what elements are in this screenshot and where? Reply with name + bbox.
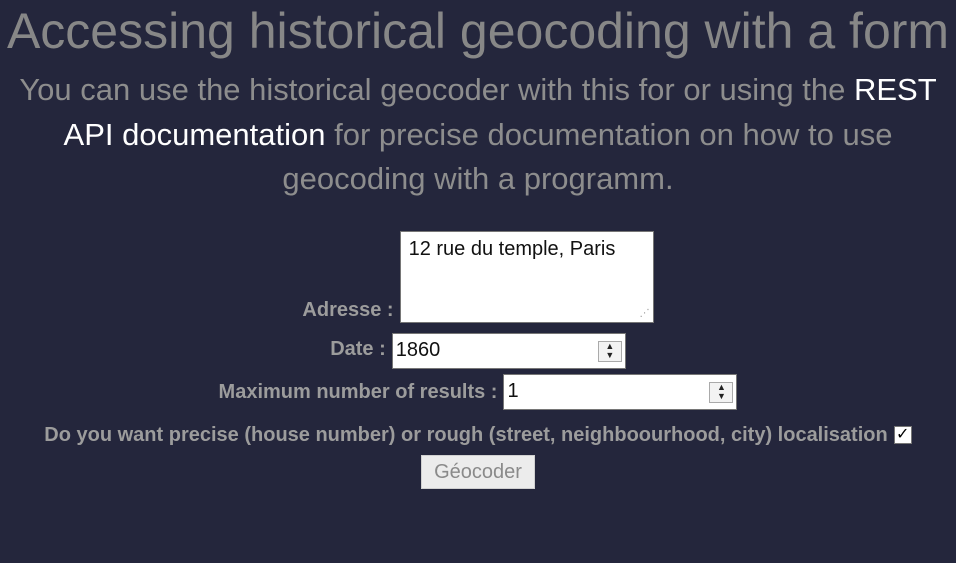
page: Accessing historical geocoding with a fo… (0, 0, 956, 563)
max-results-label: Maximum number of results : (218, 380, 498, 403)
address-textarea[interactable]: 12 rue du temple, Paris ⋰ (399, 230, 654, 323)
date-label: Date : (330, 337, 386, 360)
date-row: Date : 1860 ▲ ▼ (0, 332, 956, 369)
intro-paragraph: You can use the historical geocoder with… (0, 68, 956, 202)
intro-text-after: for precise documentation on how to use … (282, 116, 893, 197)
precise-row: Do you want precise (house number) or ro… (0, 424, 956, 447)
geocoder-submit-button[interactable]: Géocoder (421, 454, 535, 489)
geocoding-form: Adresse : 12 rue du temple, Paris ⋰ Date… (0, 230, 956, 489)
intro-text-before: You can use the historical geocoder with… (19, 72, 854, 107)
page-title: Accessing historical geocoding with a fo… (6, 3, 950, 59)
max-results-value: 1 (507, 379, 519, 402)
max-results-row: Maximum number of results : 1 ▲ ▼ (0, 373, 956, 410)
precise-label: Do you want precise (house number) or ro… (44, 423, 888, 446)
address-row: Adresse : 12 rue du temple, Paris ⋰ (0, 230, 956, 323)
precise-checkbox[interactable]: ✓ (893, 426, 912, 444)
address-value: 12 rue du temple, Paris (408, 237, 616, 260)
date-input[interactable]: 1860 ▲ ▼ (391, 332, 626, 369)
address-label: Adresse : (302, 298, 394, 321)
check-icon: ✓ (896, 426, 910, 443)
date-spinner-arrows-icon[interactable]: ▲ ▼ (597, 340, 622, 362)
submit-row: Géocoder (0, 454, 956, 489)
date-value: 1860 (395, 338, 441, 361)
max-results-spinner-arrows-icon[interactable]: ▲ ▼ (709, 381, 734, 403)
max-results-input[interactable]: 1 ▲ ▼ (503, 373, 738, 410)
resize-grip-icon[interactable]: ⋰ (640, 308, 650, 319)
